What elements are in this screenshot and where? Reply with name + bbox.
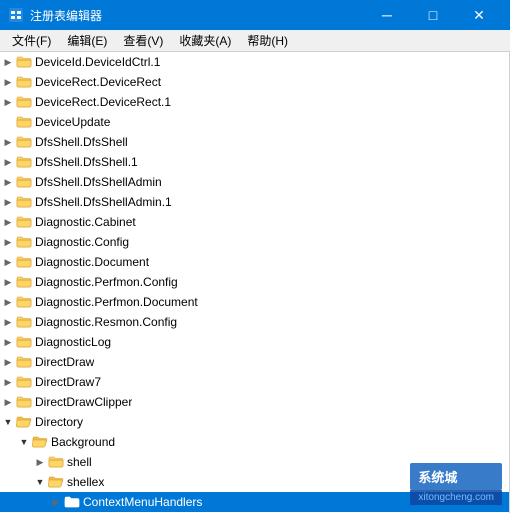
folder-icon <box>16 74 32 90</box>
menu-help[interactable]: 帮助(H) <box>239 30 296 51</box>
tree-item-label: ContextMenuHandlers <box>83 495 202 509</box>
tree-item[interactable]: ▶ Diagnostic.Cabinet <box>0 212 509 232</box>
folder-icon <box>64 494 80 510</box>
regedit-icon <box>8 7 24 23</box>
folder-icon <box>16 274 32 290</box>
tree-item-label: DeviceUpdate <box>35 115 110 129</box>
main-content: ▶ DeviceId.DeviceIdCtrl.1▶ DeviceRect.De… <box>0 52 510 513</box>
tree-item[interactable]: ▶ DfsShell.DfsShell <box>0 132 509 152</box>
watermark-url: xitongcheng.com <box>410 490 502 505</box>
tree-item-label: Diagnostic.Document <box>35 255 149 269</box>
menu-edit[interactable]: 编辑(E) <box>59 30 115 51</box>
folder-icon <box>16 134 32 150</box>
watermark-site: 系统城 <box>410 463 502 490</box>
tree-item-label: DfsShell.DfsShell <box>35 135 128 149</box>
tree-item[interactable]: ▶ Diagnostic.Perfmon.Document <box>0 292 509 312</box>
tree-item-label: DeviceId.DeviceIdCtrl.1 <box>35 55 160 69</box>
tree-item[interactable]: ▶ DirectDraw <box>0 352 509 372</box>
tree-item-label: shellex <box>67 475 104 489</box>
folder-icon <box>16 374 32 390</box>
menu-favorites[interactable]: 收藏夹(A) <box>171 30 239 51</box>
folder-icon <box>16 254 32 270</box>
folder-icon <box>48 474 64 490</box>
tree-item-label: DfsShell.DfsShellAdmin <box>35 175 162 189</box>
tree-panel[interactable]: ▶ DeviceId.DeviceIdCtrl.1▶ DeviceRect.De… <box>0 52 510 513</box>
tree-item-label: Background <box>51 435 115 449</box>
tree-item-label: DirectDraw7 <box>35 375 101 389</box>
tree-item[interactable]: ▶ Diagnostic.Resmon.Config <box>0 312 509 332</box>
tree-item[interactable]: ▶ DfsShell.DfsShellAdmin.1 <box>0 192 509 212</box>
tree-item[interactable]: ▶ DeviceRect.DeviceRect.1 <box>0 92 509 112</box>
folder-icon <box>16 354 32 370</box>
tree-item[interactable]: ▶ DiagnosticLog <box>0 332 509 352</box>
title-text: 注册表编辑器 <box>30 7 364 24</box>
folder-icon <box>16 154 32 170</box>
tree-item[interactable]: ▶ DirectDrawClipper <box>0 392 509 412</box>
tree-item[interactable]: ▶ Diagnostic.Perfmon.Config <box>0 272 509 292</box>
close-button[interactable]: ✕ <box>456 0 502 30</box>
folder-icon <box>16 194 32 210</box>
tree-item-label: DirectDraw <box>35 355 94 369</box>
minimize-button[interactable]: ─ <box>364 0 410 30</box>
folder-icon <box>16 294 32 310</box>
tree-item-label: DirectDrawClipper <box>35 395 132 409</box>
folder-icon <box>16 414 32 430</box>
title-bar: 注册表编辑器 ─ □ ✕ <box>0 0 510 30</box>
tree-item[interactable]: ▶ DeviceRect.DeviceRect <box>0 72 509 92</box>
tree-item-label: Diagnostic.Perfmon.Config <box>35 275 178 289</box>
folder-icon <box>16 394 32 410</box>
tree-item[interactable]: ▶ DfsShell.DfsShell.1 <box>0 152 509 172</box>
watermark: 系统城 xitongcheng.com <box>410 463 502 505</box>
tree-item[interactable]: ▶ DeviceId.DeviceIdCtrl.1 <box>0 52 509 72</box>
tree-item-label: DeviceRect.DeviceRect <box>35 75 161 89</box>
folder-icon <box>16 54 32 70</box>
folder-icon <box>16 314 32 330</box>
tree-item-label: Diagnostic.Perfmon.Document <box>35 295 198 309</box>
tree-item-label: Diagnostic.Cabinet <box>35 215 136 229</box>
folder-icon <box>16 94 32 110</box>
tree-item[interactable]: ▼ Background <box>0 432 509 452</box>
tree-item-label: DfsShell.DfsShellAdmin.1 <box>35 195 172 209</box>
folder-icon <box>48 454 64 470</box>
tree-item[interactable]: ▶ DeviceUpdate <box>0 112 509 132</box>
menu-view[interactable]: 查看(V) <box>115 30 171 51</box>
tree-item[interactable]: ▶ DirectDraw7 <box>0 372 509 392</box>
maximize-button[interactable]: □ <box>410 0 456 30</box>
tree-item[interactable]: ▶ DfsShell.DfsShellAdmin <box>0 172 509 192</box>
tree-item-label: DiagnosticLog <box>35 335 111 349</box>
folder-icon <box>16 214 32 230</box>
menu-bar: 文件(F) 编辑(E) 查看(V) 收藏夹(A) 帮助(H) <box>0 30 510 52</box>
folder-icon <box>16 234 32 250</box>
folder-icon <box>16 114 32 130</box>
tree-item[interactable]: ▼ Directory <box>0 412 509 432</box>
tree-item-label: Diagnostic.Resmon.Config <box>35 315 177 329</box>
tree-item-label: DfsShell.DfsShell.1 <box>35 155 138 169</box>
tree-item-label: Diagnostic.Config <box>35 235 129 249</box>
folder-icon <box>32 434 48 450</box>
tree-item-label: DeviceRect.DeviceRect.1 <box>35 95 171 109</box>
menu-file[interactable]: 文件(F) <box>4 30 59 51</box>
tree-item[interactable]: ▶ Diagnostic.Config <box>0 232 509 252</box>
folder-icon <box>16 334 32 350</box>
tree-item-label: shell <box>67 455 92 469</box>
folder-icon <box>16 174 32 190</box>
tree-item-label: Directory <box>35 415 83 429</box>
tree-item[interactable]: ▶ Diagnostic.Document <box>0 252 509 272</box>
